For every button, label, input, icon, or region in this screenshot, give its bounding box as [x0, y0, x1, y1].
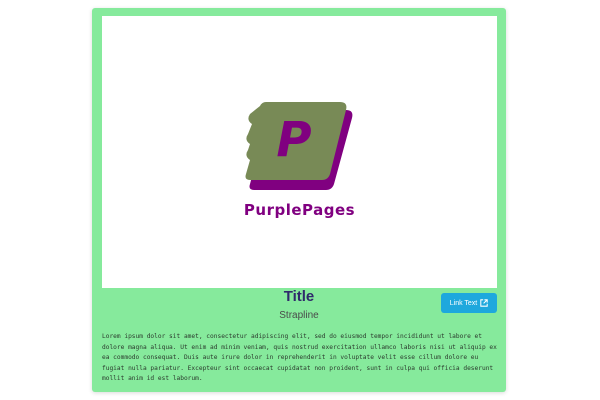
external-link-icon — [480, 299, 488, 307]
logo-wordmark: PurplePages — [243, 201, 356, 219]
content-card: P PurplePages Title Strapline Link Text … — [92, 8, 506, 392]
link-button-label: Link Text — [449, 299, 478, 307]
svg-text:P: P — [276, 112, 311, 168]
link-button[interactable]: Link Text — [441, 293, 497, 313]
purplepages-logo-icon: P — [245, 102, 353, 190]
card-body-text: Lorem ipsum dolor sit amet, consectetur … — [102, 333, 497, 382]
card-image: P PurplePages — [102, 16, 497, 288]
